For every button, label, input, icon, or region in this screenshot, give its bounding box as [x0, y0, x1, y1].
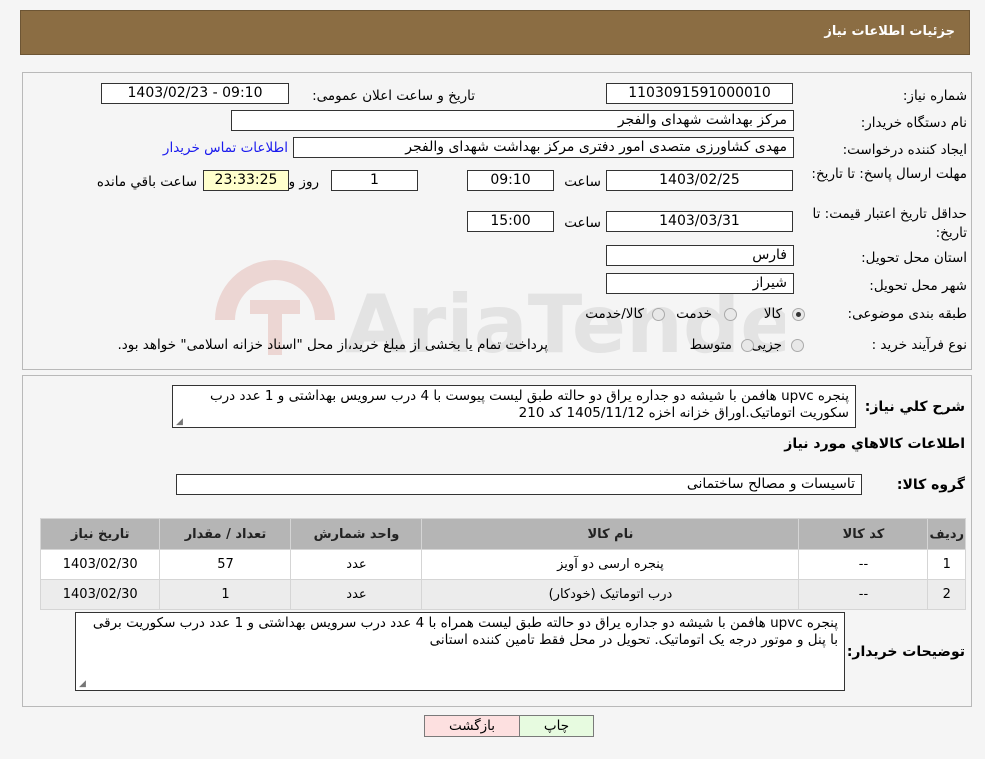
cell-date: 1403/02/30: [39, 549, 161, 580]
back-button[interactable]: بازگشت: [424, 715, 520, 737]
category-radio-goods[interactable]: [792, 308, 805, 321]
need-number-field: 1103091591000010: [606, 83, 793, 104]
col-header-name: نام کالا: [421, 518, 800, 550]
creator-field: مهدی کشاورزی متصدی امور دفتری مرکز بهداش…: [293, 137, 794, 158]
process-label: نوع فرآیند خرید :: [871, 337, 967, 353]
days-field: 1: [331, 170, 418, 191]
category-radio-goods-service[interactable]: [652, 308, 665, 321]
summary-label: شرح کلي نياز:: [864, 399, 965, 415]
process-radio-medium[interactable]: [741, 339, 754, 352]
process-option-medium: متوسط: [689, 337, 732, 353]
city-field: شیراز: [606, 273, 794, 294]
buyer-notes-textarea[interactable]: پنجره upvc هافمن با شیشه دو جداره یراق د…: [75, 612, 845, 691]
creator-label: ایجاد کننده درخواست:: [842, 142, 967, 158]
col-header-row-no: ردیف: [927, 518, 966, 550]
cell-name: پنجره ارسی دو آویز: [421, 549, 800, 580]
process-radio-minor[interactable]: [791, 339, 804, 352]
remaining-label: ساعت باقي مانده: [96, 174, 197, 190]
province-field: فارس: [606, 245, 794, 266]
deadline-date-field: 1403/02/25: [606, 170, 793, 191]
buyer-contact-link[interactable]: اطلاعات تماس خریدار: [163, 140, 288, 156]
province-label: استان محل تحویل:: [861, 250, 967, 266]
buyer-notes-label: توضیحات خریدار:: [846, 644, 965, 660]
table-row[interactable]: 2 -- درب اتوماتیک (خودکار) عدد 1 1403/02…: [39, 579, 966, 610]
cell-unit: عدد: [290, 579, 423, 610]
buyer-org-field: مرکز بهداشت شهدای والفجر: [231, 110, 794, 131]
need-number-label: شماره نیاز:: [902, 88, 967, 104]
col-header-qty: تعداد / مقدار: [159, 518, 292, 550]
col-header-unit: واحد شمارش: [290, 518, 423, 550]
col-header-code: کد کالا: [798, 518, 929, 550]
validity-time-field: 15:00: [467, 211, 554, 232]
process-note: پرداخت تمام یا بخشی از مبلغ خرید،از محل …: [117, 337, 548, 353]
validity-label: حداقل تاریخ اعتبار قیمت: تا تاریخ:: [812, 206, 967, 241]
cell-code: --: [798, 579, 929, 610]
cell-name: درب اتوماتیک (خودکار): [421, 579, 800, 610]
goods-group-field: تاسیسات و مصالح ساختمانی: [176, 474, 862, 495]
cell-unit: عدد: [290, 549, 423, 580]
deadline-time-field: 09:10: [467, 170, 554, 191]
category-label: طبقه بندی موضوعی:: [847, 306, 967, 322]
cell-qty: 57: [159, 549, 292, 580]
print-button[interactable]: چاپ: [519, 715, 594, 737]
resize-grip-icon[interactable]: ◢: [176, 418, 184, 427]
cell-row-no: 1: [927, 549, 966, 580]
category-option-goods-service: کالا/خدمت: [585, 306, 644, 322]
deadline-label: مهلت ارسال پاسخ: تا تاریخ:: [811, 166, 967, 182]
category-radio-service[interactable]: [724, 308, 737, 321]
page-header: جزئیات اطلاعات نیاز: [20, 10, 970, 55]
cell-qty: 1: [159, 579, 292, 610]
table-row[interactable]: 1 -- پنجره ارسی دو آویز عدد 57 1403/02/3…: [39, 549, 966, 580]
days-label: روز و: [288, 174, 319, 190]
cell-code: --: [798, 549, 929, 580]
goods-table: ردیف کد کالا نام کالا واحد شمارش تعداد /…: [39, 518, 966, 610]
table-header-row: ردیف کد کالا نام کالا واحد شمارش تعداد /…: [39, 518, 966, 550]
announce-field: 1403/02/23 - 09:10: [101, 83, 289, 104]
validity-date-field: 1403/03/31: [606, 211, 793, 232]
city-label: شهر محل تحویل:: [869, 278, 967, 294]
goods-section-title: اطلاعات کالاهاي مورد نياز: [784, 436, 965, 452]
buyer-org-label: نام دستگاه خریدار:: [860, 115, 967, 131]
resize-grip-icon[interactable]: ◢: [79, 680, 87, 689]
summary-textarea[interactable]: پنجره upvc هافمن با شیشه دو جداره یراق د…: [172, 385, 856, 428]
category-option-goods: کالا: [763, 306, 782, 322]
validity-time-label: ساعت: [564, 215, 601, 231]
goods-group-label: گروه کالا:: [896, 477, 965, 493]
page-title: جزئیات اطلاعات نیاز: [824, 24, 955, 39]
remaining-time-field: 23:33:25: [203, 170, 289, 191]
cell-row-no: 2: [927, 579, 966, 610]
category-option-service: خدمت: [676, 306, 712, 322]
process-option-minor: جزیی: [751, 337, 782, 353]
deadline-time-label: ساعت: [564, 174, 601, 190]
announce-label: تاریخ و ساعت اعلان عمومی:: [312, 88, 475, 104]
col-header-date: تاریخ نیاز: [39, 518, 161, 550]
cell-date: 1403/02/30: [39, 579, 161, 610]
